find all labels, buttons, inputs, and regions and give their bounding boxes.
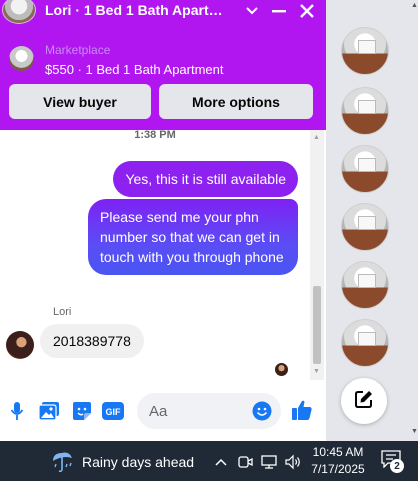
chat-head-avatar[interactable]	[341, 319, 389, 367]
listing-thumbnail	[9, 46, 34, 71]
marketplace-label: Marketplace	[45, 43, 111, 57]
chevron-up-icon[interactable]	[212, 453, 230, 471]
network-icon[interactable]	[260, 453, 278, 471]
gif-icon[interactable]: GIF	[102, 400, 124, 422]
meet-now-icon[interactable]	[236, 453, 254, 471]
emoji-icon[interactable]	[251, 400, 273, 422]
rain-cloud-icon[interactable]	[50, 449, 76, 473]
volume-icon[interactable]	[284, 453, 302, 471]
chat-title[interactable]: Lori · 1 Bed 1 Bath Apartm…	[45, 2, 235, 18]
page-scrollbar[interactable]: ▲ ▼	[410, 0, 418, 441]
new-message-button[interactable]	[341, 378, 387, 424]
close-icon[interactable]	[295, 0, 319, 22]
listing-title: $550 · 1 Bed 1 Bath Apartment	[45, 62, 224, 77]
scroll-down-arrow-icon[interactable]: ▼	[313, 368, 320, 375]
notification-count-badge: 2	[390, 459, 404, 473]
sender-avatar[interactable]	[6, 331, 34, 359]
sticker-icon[interactable]	[71, 400, 93, 422]
clock-time[interactable]: 10:45 AM	[312, 445, 364, 459]
chat-scrollbar[interactable]: ▲ ▼	[310, 130, 324, 380]
weather-widget-text[interactable]: Rainy days ahead	[82, 454, 194, 470]
chat-heads-rail	[326, 0, 418, 441]
scroll-down-arrow-icon[interactable]: ▼	[411, 428, 418, 435]
chat-head-avatar[interactable]	[341, 203, 389, 251]
image-icon[interactable]	[38, 400, 60, 422]
chat-head-avatar[interactable]	[341, 145, 389, 193]
thumbs-up-icon[interactable]	[291, 399, 313, 421]
svg-text:GIF: GIF	[106, 407, 122, 417]
chevron-down-icon[interactable]	[240, 0, 264, 22]
scroll-up-arrow-icon[interactable]: ▲	[313, 134, 320, 141]
message-composer: GIF	[0, 390, 326, 432]
more-options-button[interactable]: More options	[159, 84, 313, 119]
marketplace-listing[interactable]: Marketplace $550 · 1 Bed 1 Bath Apartmen…	[0, 40, 326, 80]
compose-icon	[354, 389, 374, 414]
scroll-thumb[interactable]	[313, 286, 321, 364]
view-buyer-button[interactable]: View buyer	[9, 84, 151, 119]
chat-header: Lori · 1 Bed 1 Bath Apartm… Marketplace …	[0, 0, 326, 130]
chat-window: Lori · 1 Bed 1 Bath Apartm… Marketplace …	[0, 0, 326, 441]
message-timestamp: 1:38 PM	[134, 129, 176, 141]
read-receipt-avatar	[275, 363, 288, 376]
message-bubble-outgoing[interactable]: Yes, this it is still available	[113, 161, 298, 197]
contact-avatar[interactable]	[2, 0, 36, 24]
minimize-icon[interactable]	[267, 0, 291, 22]
windows-taskbar: Rainy days ahead 10:45 AM 7/17/2025 2	[0, 441, 418, 481]
scroll-up-arrow-icon[interactable]: ▲	[411, 2, 418, 9]
chat-head-avatar[interactable]	[341, 27, 389, 75]
message-bubble-outgoing[interactable]: Please send me your phn number so that w…	[88, 199, 298, 275]
chat-head-avatar[interactable]	[341, 87, 389, 135]
sender-name: Lori	[53, 306, 72, 318]
chat-head-avatar[interactable]	[341, 261, 389, 309]
message-bubble-incoming[interactable]: 2018389778	[40, 324, 144, 358]
chat-header-top: Lori · 1 Bed 1 Bath Apartm…	[0, 0, 326, 24]
clock-date[interactable]: 7/17/2025	[310, 462, 366, 476]
microphone-icon[interactable]	[6, 400, 28, 422]
